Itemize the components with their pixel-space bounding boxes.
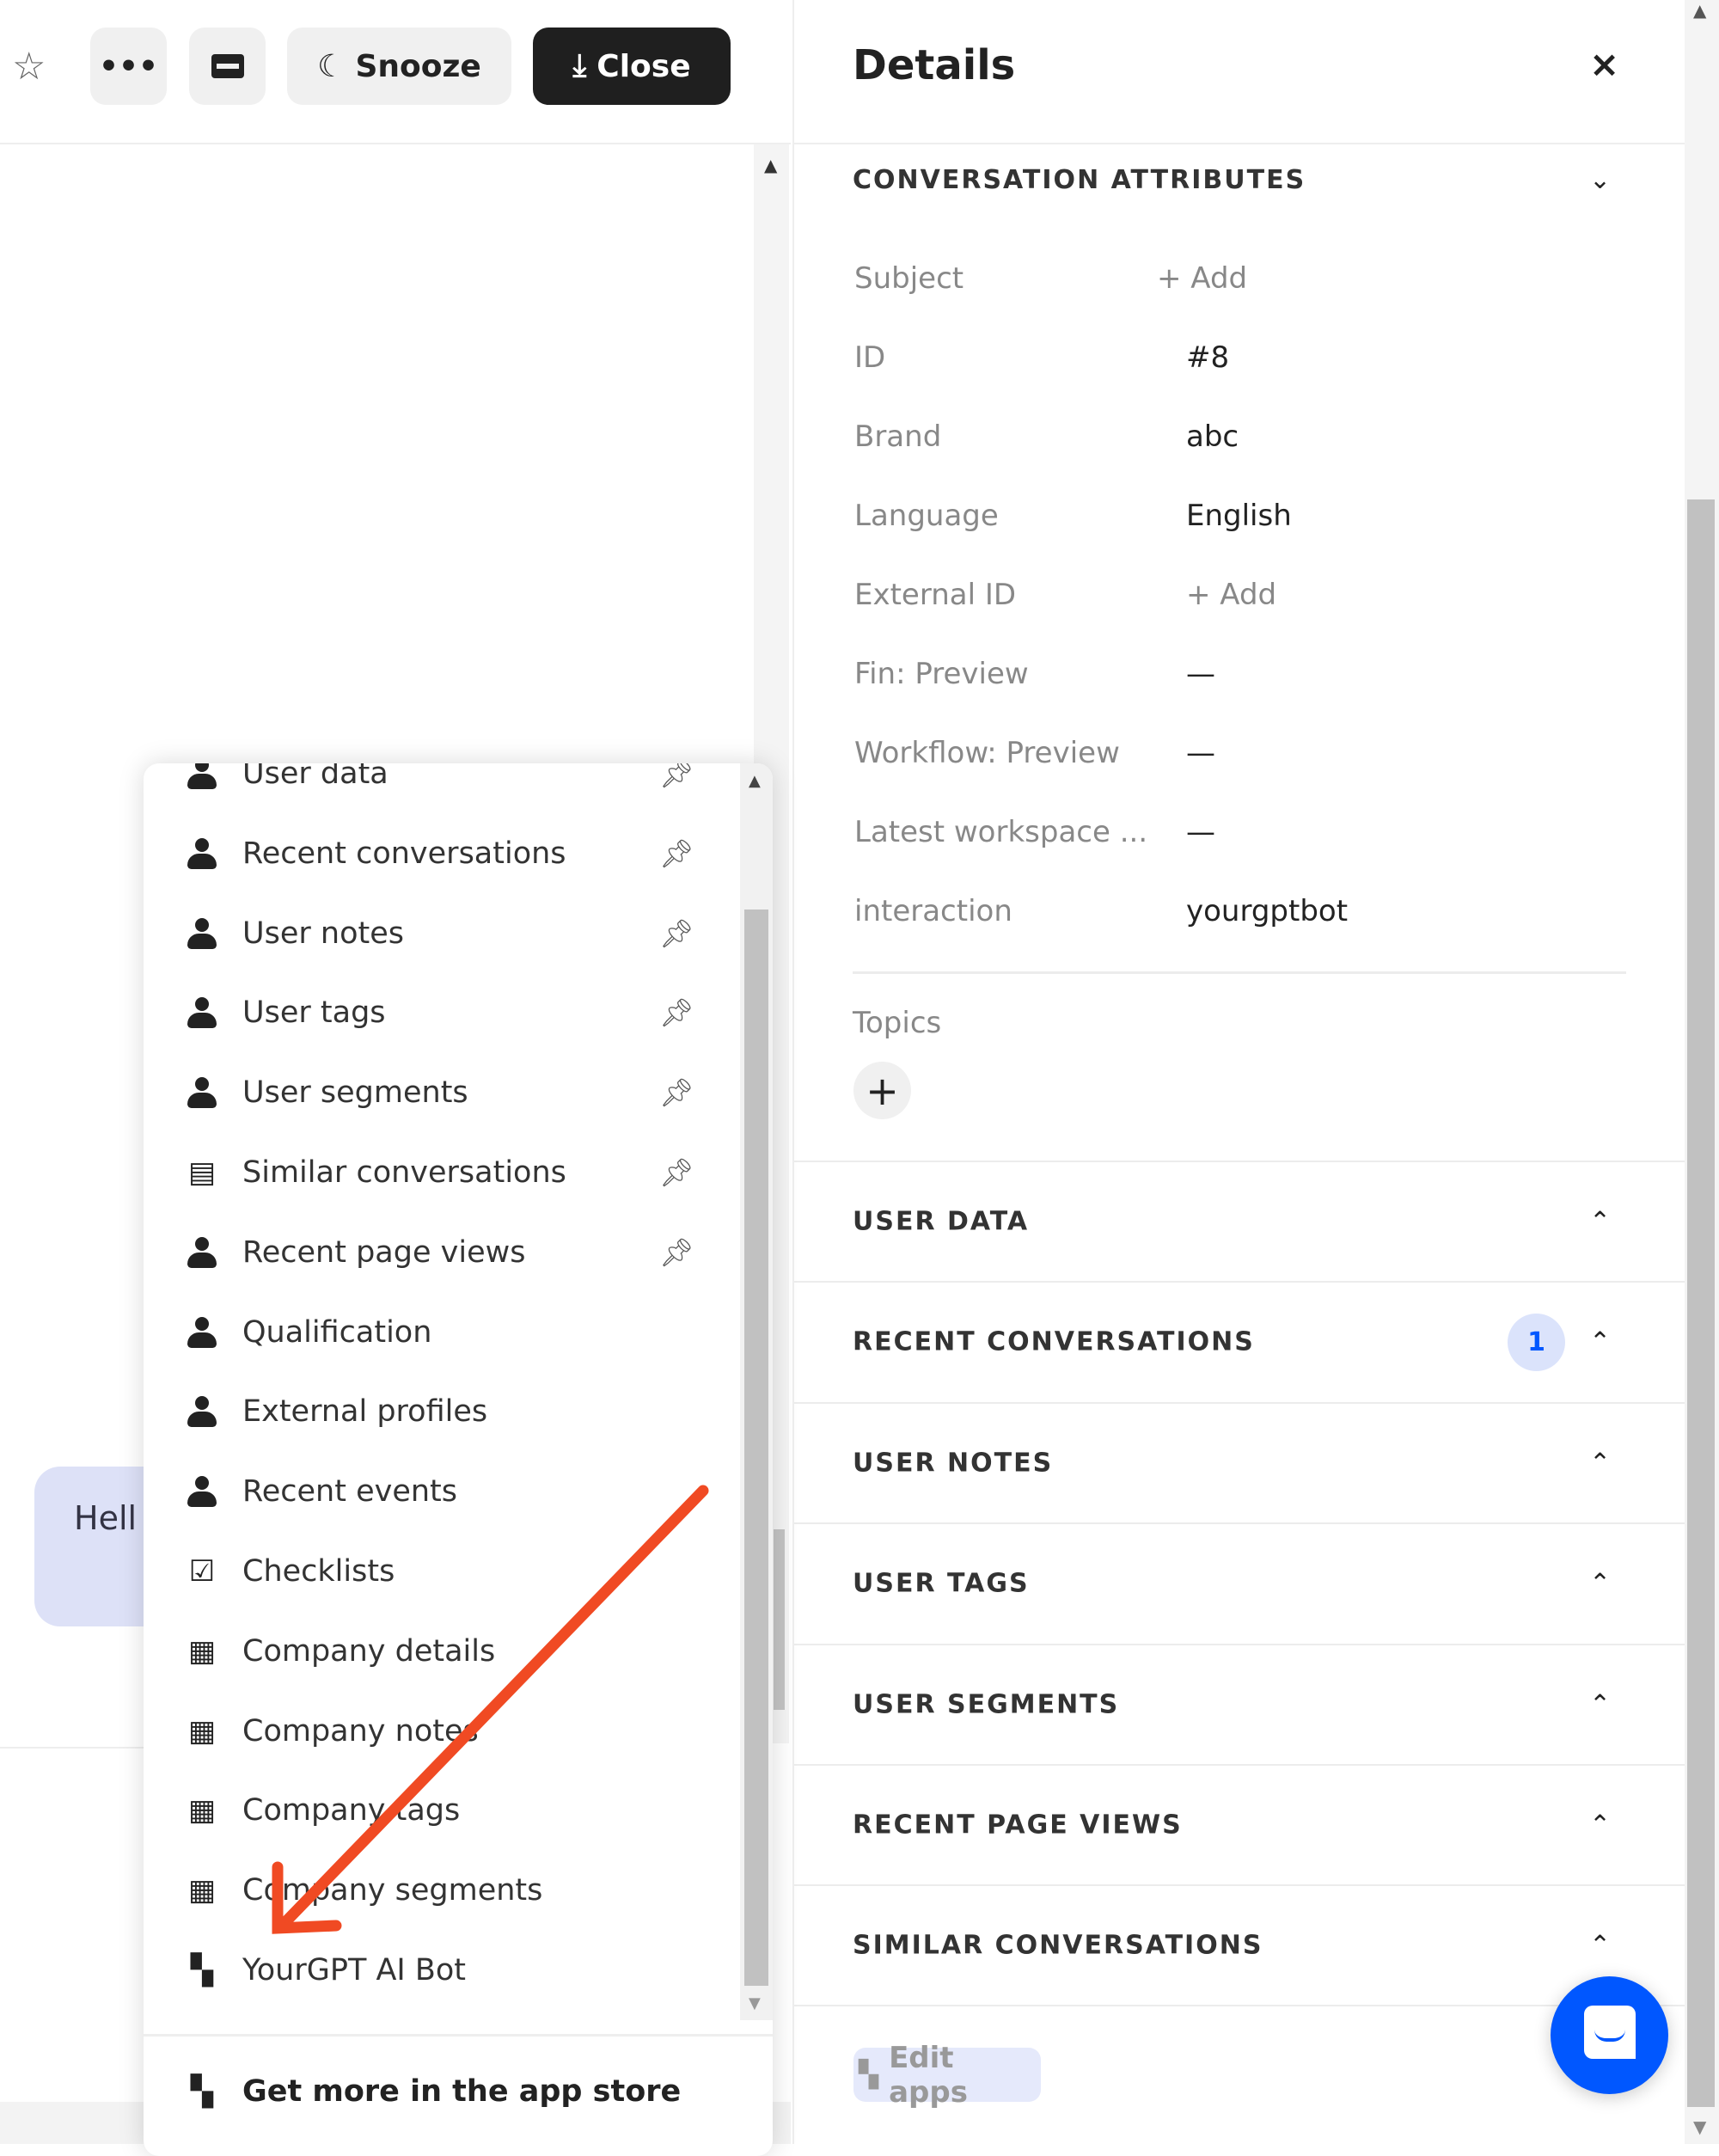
annotation-arrow	[272, 1485, 709, 1934]
arrow-shaft	[278, 1485, 709, 1930]
